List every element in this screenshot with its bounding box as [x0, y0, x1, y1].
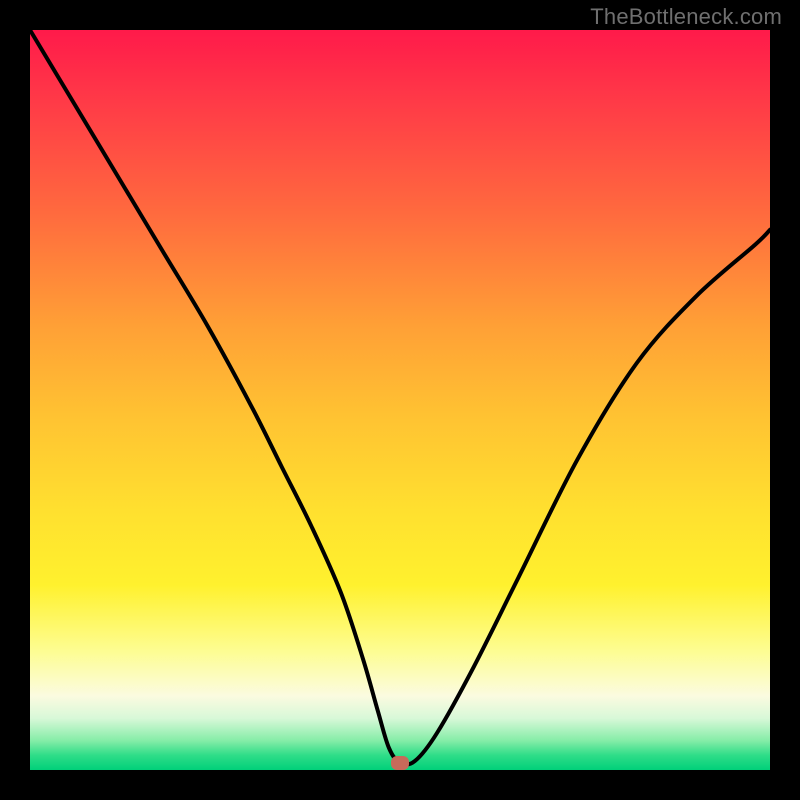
chart-frame: TheBottleneck.com: [0, 0, 800, 800]
plot-area: [30, 30, 770, 770]
watermark-text: TheBottleneck.com: [590, 4, 782, 30]
bottleneck-curve: [30, 30, 770, 765]
minimum-marker: [391, 756, 409, 770]
curve-svg: [30, 30, 770, 770]
